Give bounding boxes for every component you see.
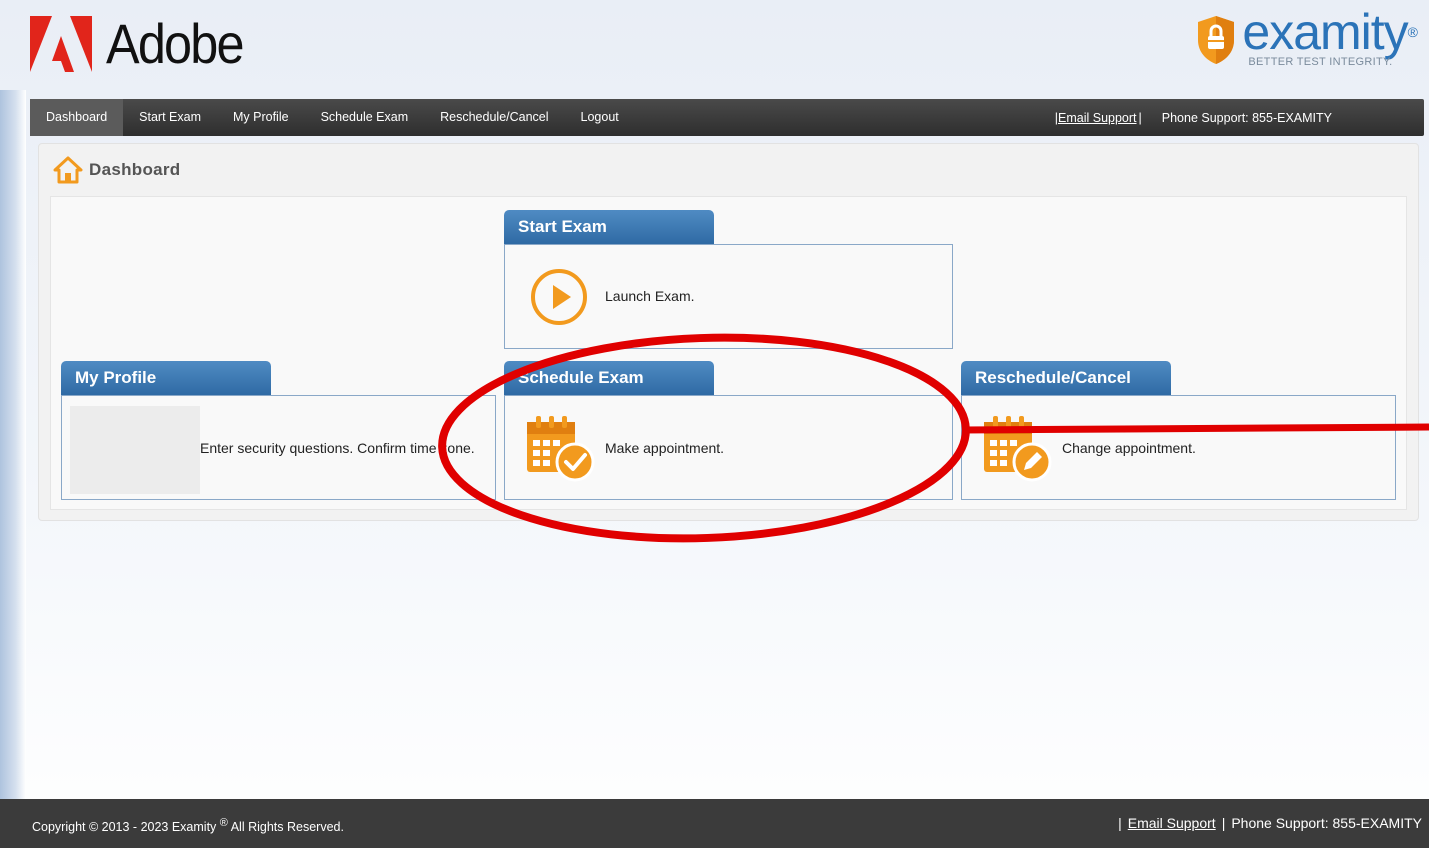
reschedule-cancel-card-text[interactable]: Change appointment. (1062, 440, 1196, 456)
calendar-edit-icon[interactable] (982, 412, 1054, 482)
schedule-exam-card-body[interactable]: Make appointment. (504, 395, 953, 500)
examity-logo: examity® BETTER TEST INTEGRITY. (1196, 4, 1418, 68)
home-icon (53, 156, 83, 184)
nav-my-profile[interactable]: My Profile (217, 99, 305, 136)
nav-email-support-link[interactable]: Email Support (1058, 111, 1137, 125)
my-profile-card: My Profile Enter security questions. Con… (61, 361, 497, 501)
nav-dashboard[interactable]: Dashboard (30, 99, 124, 136)
my-profile-card-text[interactable]: Enter security questions. Confirm time z… (200, 440, 475, 456)
footer-support: | Email Support | Phone Support: 855-EXA… (1118, 815, 1422, 831)
dashboard-panel: Dashboard Start Exam Launch Exam. My Pro… (38, 143, 1419, 521)
nav-reschedule-cancel[interactable]: Reschedule/Cancel (424, 99, 564, 136)
play-icon[interactable] (529, 267, 589, 327)
page-title: Dashboard (89, 160, 181, 179)
nav-schedule-exam[interactable]: Schedule Exam (305, 99, 425, 136)
my-profile-card-body[interactable]: Enter security questions. Confirm time z… (61, 395, 496, 500)
examity-tagline: BETTER TEST INTEGRITY. (1248, 56, 1393, 68)
nav-start-exam[interactable]: Start Exam (123, 99, 217, 136)
my-profile-card-header: My Profile (61, 361, 271, 395)
reschedule-cancel-card: Reschedule/Cancel Change appointment. (961, 361, 1397, 501)
reschedule-cancel-card-body[interactable]: Change appointment. (961, 395, 1396, 500)
footer-divider: | (1118, 815, 1122, 831)
main-nav: Dashboard Start Exam My Profile Schedule… (30, 99, 1424, 136)
shield-lock-icon (1198, 16, 1235, 64)
nav-divider: | (1138, 110, 1142, 125)
calendar-check-icon[interactable] (525, 412, 597, 482)
start-exam-card-text[interactable]: Launch Exam. (605, 288, 695, 304)
footer-divider: | (1221, 815, 1226, 831)
nav-logout[interactable]: Logout (565, 99, 635, 136)
schedule-exam-card-text[interactable]: Make appointment. (605, 440, 724, 456)
start-exam-card-header: Start Exam (504, 210, 714, 244)
start-exam-card-body[interactable]: Launch Exam. (504, 244, 953, 349)
left-edge-strip (0, 90, 26, 800)
adobe-logo: Adobe (30, 16, 258, 72)
footer: Copyright © 2013 - 2023 Examity ® All Ri… (0, 799, 1429, 848)
footer-copyright: Copyright © 2013 - 2023 Examity ® All Ri… (32, 817, 344, 835)
schedule-exam-card-header: Schedule Exam (504, 361, 714, 395)
profile-image-placeholder (70, 406, 200, 494)
registered-mark: ® (219, 817, 228, 829)
start-exam-card: Start Exam Launch Exam. (504, 210, 954, 350)
adobe-logo-icon (30, 16, 92, 72)
nav-support: | Email Support | Phone Support: 855-EXA… (1055, 99, 1332, 136)
cards-container: Start Exam Launch Exam. My Profile Enter… (50, 196, 1407, 510)
adobe-wordmark: Adobe (106, 12, 245, 75)
reschedule-cancel-card-header: Reschedule/Cancel (961, 361, 1171, 395)
nav-phone-support: Phone Support: 855-EXAMITY (1161, 110, 1332, 125)
footer-email-support-link[interactable]: Email Support (1128, 815, 1216, 831)
page-heading: Dashboard (53, 156, 181, 184)
header: Adobe examity® BETTER TEST INTEGRITY. (0, 0, 1429, 95)
examity-wordmark: examity® (1242, 4, 1418, 60)
footer-phone-support: Phone Support: 855-EXAMITY (1231, 815, 1422, 831)
schedule-exam-card: Schedule Exam Make appointment. (504, 361, 954, 501)
